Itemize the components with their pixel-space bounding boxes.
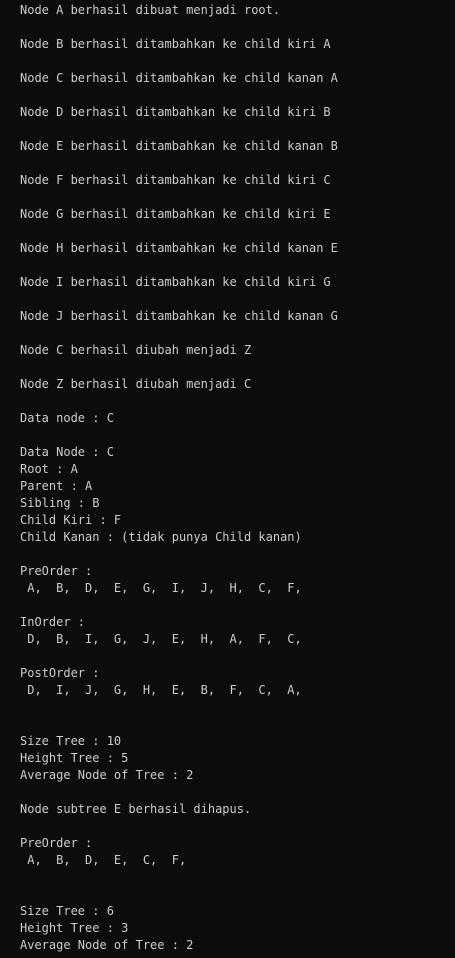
console-line: Node G berhasil ditambahkan ke child kir…: [20, 207, 331, 221]
console-line: Child Kiri : F: [20, 513, 122, 527]
console-line: Data Node : C: [20, 445, 114, 459]
console-line: Node J berhasil ditambahkan ke child kan…: [20, 309, 338, 323]
console-line: Node C berhasil ditambahkan ke child kan…: [20, 71, 338, 85]
console-line: Node I berhasil ditambahkan ke child kir…: [20, 275, 331, 289]
console-line: Node F berhasil ditambahkan ke child kir…: [20, 173, 331, 187]
console-line: InOrder :: [20, 615, 86, 629]
console-line: Sibling : B: [20, 496, 100, 510]
console-line: Node H berhasil ditambahkan ke child kan…: [20, 241, 338, 255]
console-line: Node A berhasil dibuat menjadi root.: [20, 3, 281, 17]
console-line: Parent : A: [20, 479, 93, 493]
console-line: Node D berhasil ditambahkan ke child kir…: [20, 105, 331, 119]
console-line: Node C berhasil diubah menjadi Z: [20, 343, 252, 357]
console-line: PreOrder :: [20, 836, 93, 850]
console-line: D, I, J, G, H, E, B, F, C, A,: [20, 683, 302, 697]
console-line: Node E berhasil ditambahkan ke child kan…: [20, 139, 338, 153]
console-line: Size Tree : 6: [20, 904, 114, 918]
console-line: Node Z berhasil diubah menjadi C: [20, 377, 252, 391]
console-line: Node B berhasil ditambahkan ke child kir…: [20, 37, 331, 51]
console-line: D, B, I, G, J, E, H, A, F, C,: [20, 632, 302, 646]
console-line: Data node : C: [20, 411, 114, 425]
console-line: Size Tree : 10: [20, 734, 122, 748]
console-line: PostOrder :: [20, 666, 100, 680]
console-output: Node A berhasil dibuat menjadi root. Node…: [20, 2, 450, 954]
console-line: Average Node of Tree : 2: [20, 768, 194, 782]
console-line: Average Node of Tree : 2: [20, 938, 194, 952]
console-line: A, B, D, E, C, F,: [20, 853, 187, 867]
console-line: Height Tree : 5: [20, 751, 129, 765]
console-line: Root : A: [20, 462, 78, 476]
console-line: Node subtree E berhasil dihapus.: [20, 802, 252, 816]
console-line: PreOrder :: [20, 564, 93, 578]
console-line: Height Tree : 3: [20, 921, 129, 935]
console-line: Child Kanan : (tidak punya Child kanan): [20, 530, 302, 544]
console-line: A, B, D, E, G, I, J, H, C, F,: [20, 581, 302, 595]
